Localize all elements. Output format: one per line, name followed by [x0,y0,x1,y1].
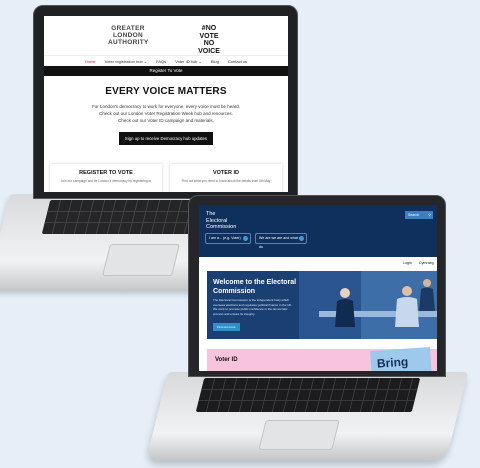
register-card-title: REGISTER TO VOTE [79,170,133,176]
language-link[interactable]: Cymraeg [419,261,434,265]
laptop-back-trackpad [102,244,180,276]
about-select-label: We are we are and what we do [259,236,304,249]
laptop-front-trackpad [258,420,340,450]
find-out-more-button[interactable]: Find out more [213,323,240,331]
voter-id-title: Voter ID [215,357,238,363]
audience-select-label: I am a... (e.g. Voter) [209,236,241,240]
register-bar[interactable]: Register To Vote [44,66,288,76]
gla-logo[interactable]: GREATER LONDON AUTHORITY [108,25,148,46]
search-label: Search [408,213,420,217]
utility-links: Login Cymraeg [199,257,437,269]
chevron-down-icon [243,236,248,241]
chevron-down-icon [299,236,304,241]
nav-home[interactable]: Home [85,59,96,64]
hero-title: Welcome to the Electoral Commission [213,279,297,295]
nav-faqs[interactable]: FAQs [156,59,166,64]
card-row: REGISTER TO VOTE Join our campaign and b… [50,164,282,192]
voter-id-card-title: VOTER ID [213,170,239,176]
intro-line: For London's democracy to work for every… [92,104,240,109]
audience-select[interactable]: I am a... (e.g. Voter) [205,233,251,244]
bring-sign: Bring [370,346,432,371]
voter-id-banner: Voter ID Bring [207,346,437,371]
hero-illustration [299,271,437,339]
intro-text: For London's democracy to work for every… [44,103,288,124]
page-title: EVERY VOICE MATTERS [105,86,227,97]
gla-nav: Home Voter registration hub ⌄ FAQs Voter… [44,56,288,66]
voter-id-card[interactable]: VOTER ID Find out what you need to know … [170,164,282,192]
about-select[interactable]: We are we are and what we do [255,233,307,249]
intro-line: Check out our Voter ID campaign and mate… [118,118,214,123]
signup-button[interactable]: Sign up to receive Democracy hub updates [118,132,214,145]
ec-logo-line: Commission [206,224,237,230]
laptop-front-keyboard [195,378,421,412]
search-button[interactable]: Search ⚲ [405,211,433,219]
search-icon: ⚲ [428,213,431,217]
nav-blog[interactable]: Blog [211,59,219,64]
intro-line: Check out our London Voter Registration … [99,111,233,116]
register-card[interactable]: REGISTER TO VOTE Join our campaign and b… [50,164,162,192]
laptop-back-screen: GREATER LONDON AUTHORITY #NO VOTE NO VOI… [44,16,288,192]
voter-id-card-text: Find out what you need to know about the… [181,179,271,183]
login-link[interactable]: Login [403,261,412,265]
novote-logo: #NO VOTE NO VOICE [198,25,220,55]
register-card-text: Join our campaign and be London's democr… [60,179,152,183]
nav-voter-id-hub[interactable]: Voter ID hub ⌄ [175,59,202,64]
ec-logo[interactable]: The Electoral Commission [206,211,236,231]
laptop-front-screen: The Electoral Commission Search ⚲ I am a… [199,205,437,371]
gla-header: GREATER LONDON AUTHORITY #NO VOTE NO VOI… [44,16,288,56]
hero-text: The Electoral Commission is the independ… [213,298,293,316]
gla-hero: EVERY VOICE MATTERS For London's democra… [44,76,288,145]
nav-voter-registration-hub[interactable]: Voter registration hub ⌄ [105,59,148,64]
ec-header: The Electoral Commission Search ⚲ I am a… [199,205,437,257]
ec-hero: Welcome to the Electoral Commission The … [207,271,437,339]
nav-contact-us[interactable]: Contact us [228,59,247,64]
